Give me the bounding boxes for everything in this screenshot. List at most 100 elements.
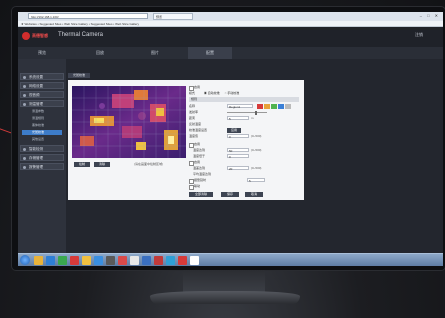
high-temp-input[interactable]: 50 — [227, 148, 249, 153]
diff-row: 启用 — [189, 160, 201, 166]
color-swatch-orange[interactable] — [264, 104, 270, 109]
clear-all-button[interactable]: 全部清除 — [189, 192, 213, 197]
emissivity-slider[interactable] — [227, 110, 267, 115]
tab-spot-calibration[interactable]: 光斑校准 — [68, 73, 90, 78]
high-temp-range: (0~500) — [251, 148, 262, 152]
sidebar-item-label: 视音频 — [29, 93, 40, 97]
sidebar-item-alarm[interactable]: 报警管理 — [20, 163, 64, 170]
circle-icon — [23, 165, 26, 169]
save-button[interactable]: 保存 — [221, 192, 239, 197]
start-button[interactable] — [20, 255, 30, 265]
taskbar-app-icon[interactable] — [70, 256, 79, 265]
thermal-image — [72, 86, 186, 158]
taskbar-app-icon[interactable] — [106, 256, 115, 265]
delay-label: 报警延时 — [194, 178, 207, 182]
circle-icon — [23, 102, 26, 106]
sidebar-item-smart[interactable]: 智能检测 — [20, 145, 64, 152]
monitor-screen: http://192.168.1.100/ 预览 – □ ✕ ★ Website… — [18, 12, 443, 266]
taskbar-app-icon[interactable] — [82, 256, 91, 265]
sidebar-item-storage[interactable]: 存储管理 — [20, 154, 64, 161]
app-title: Thermal Camera — [58, 32, 104, 38]
reflect-temp-label: 反射温度 — [189, 122, 202, 126]
taskbar-app-icon[interactable] — [94, 256, 103, 265]
taskbar-app-icon[interactable] — [190, 256, 199, 265]
monitor-stand-base — [150, 291, 300, 304]
delay-select[interactable]: 5 — [247, 178, 265, 183]
name-row: 名称 — [189, 104, 195, 109]
diff-input[interactable]: 20 — [227, 166, 249, 171]
browser-tab[interactable]: 预览 — [153, 13, 193, 20]
sidebar-item-label: 网络设置 — [29, 84, 43, 88]
sidebar-subitem-blackbody[interactable]: 黑体校准 — [22, 123, 62, 128]
color-swatch-blue[interactable] — [278, 104, 284, 109]
taskbar-app-icon[interactable] — [178, 256, 187, 265]
temp-range: (0~500) — [251, 134, 262, 138]
sidebar-item-video[interactable]: 视音频 — [20, 91, 64, 98]
sidebar-item-label: 报警管理 — [29, 165, 43, 169]
delay-row: 报警延时 — [189, 178, 207, 184]
distance-unit: m — [251, 116, 254, 120]
rule-section-header: 规则 — [189, 97, 299, 102]
low-temp-input[interactable]: 0 — [227, 154, 249, 159]
sidebar-item-label: 测温管理 — [29, 102, 43, 106]
taskbar-app-icon[interactable] — [46, 256, 55, 265]
taskbar-app-icon[interactable] — [166, 256, 175, 265]
sidebar-subitem-params[interactable]: 测温参数 — [22, 109, 62, 114]
link-checkbox[interactable] — [189, 185, 194, 190]
color-swatch-green[interactable] — [271, 104, 277, 109]
taskbar-app-icon[interactable] — [142, 256, 151, 265]
sidebar-item-system[interactable]: 系统设置 — [20, 73, 64, 80]
nav-playback[interactable]: 回放 — [78, 47, 122, 59]
temp-label: 温度值 — [189, 134, 199, 138]
nav-configuration[interactable]: 配置 — [188, 47, 232, 59]
mode-label: 模式 — [189, 91, 196, 95]
draw-button[interactable]: 绘制 — [74, 162, 90, 167]
alarm-row: 启用 — [189, 142, 201, 148]
thermal-preview[interactable] — [72, 86, 186, 158]
sidebar-item-thermometry[interactable]: 测温管理 — [20, 100, 64, 107]
app-header: 高德智感 Thermal Camera 注销 — [18, 27, 443, 47]
diff-enable-label: 启用 — [194, 160, 201, 164]
name-label: 名称 — [189, 104, 196, 108]
diff-range: (0~500) — [251, 166, 262, 170]
mode-option-auto: 自动校准 — [207, 91, 220, 95]
address-bar[interactable]: http://192.168.1.100/ — [28, 13, 148, 19]
enable-row: 启用 — [189, 85, 200, 91]
nav-preview[interactable]: 预览 — [20, 47, 64, 59]
nav-pictures[interactable]: 图片 — [133, 47, 177, 59]
taskbar-app-icon[interactable] — [58, 256, 67, 265]
mode-option-manual: 手动校准 — [227, 91, 240, 95]
apply-button[interactable]: 应用 — [227, 128, 241, 133]
color-swatch-red[interactable] — [257, 104, 263, 109]
taskbar-app-icon[interactable] — [130, 256, 139, 265]
clear-button[interactable]: 清除 — [94, 162, 110, 167]
sidebar-subitem-other[interactable]: 其他设置 — [22, 137, 62, 142]
distance-input[interactable]: 5 — [227, 116, 249, 121]
link-row: 联动 — [189, 184, 200, 190]
window-controls[interactable]: – □ ✕ — [420, 13, 440, 18]
slider-handle[interactable] — [255, 110, 257, 115]
taskbar-app-icon[interactable] — [118, 256, 127, 265]
sidebar-subitem-spot-calibration[interactable]: 光斑校准 — [22, 130, 62, 135]
name-input[interactable]: Region1 — [227, 104, 253, 109]
temp-input[interactable]: 0 — [227, 134, 249, 139]
taskbar-app-icon[interactable] — [154, 256, 163, 265]
cancel-button[interactable]: 取消 — [245, 192, 263, 197]
sidebar: 系统设置 网络设置 视音频 测温管理 测温参数 测温规则 黑体校准 光斑校准 其… — [18, 59, 66, 253]
logo-text: 高德智感 — [32, 33, 48, 38]
calibration-form: 启用 模式 ◉ 自动校准 ○ 手动校准 规则 名称 Region1 发射率 距离… — [189, 85, 301, 197]
taskbar — [18, 253, 443, 266]
settings-panel: 绘制 清除 (请在画面中绘制区域) 启用 模式 ◉ 自动校准 ○ 手动校准 规则 — [68, 80, 304, 200]
diff-label: 温差达到 — [193, 166, 206, 170]
circle-icon — [23, 93, 26, 97]
calib-label: 校准温度设置 — [189, 128, 208, 132]
color-swatch-gray[interactable] — [285, 104, 291, 109]
alarm-enable-label: 启用 — [194, 142, 201, 146]
taskbar-app-icon[interactable] — [34, 256, 43, 265]
sidebar-item-network[interactable]: 网络设置 — [20, 82, 64, 89]
sidebar-subitem-rules[interactable]: 测温规则 — [22, 116, 62, 121]
sidebar-item-label: 存储管理 — [29, 156, 43, 160]
sidebar-item-label: 智能检测 — [29, 147, 43, 151]
radio-icon[interactable]: ◉ — [204, 91, 207, 95]
logout-link[interactable]: 注销 — [415, 32, 423, 38]
